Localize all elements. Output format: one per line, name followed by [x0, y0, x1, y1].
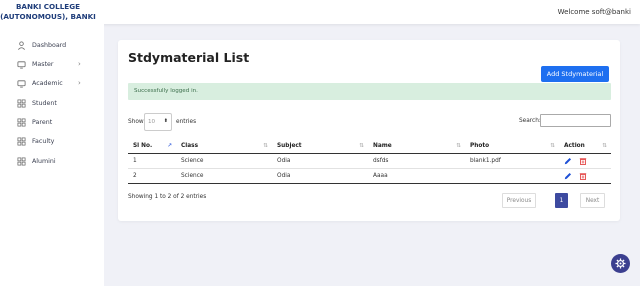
cell-photo: blank1.pdf — [465, 153, 559, 169]
column-header-name[interactable]: Name ⇅ — [368, 140, 465, 154]
sidebar-item-academic[interactable]: Academic › — [0, 76, 104, 92]
sidebar: Dashboard Master › Academic › Student Pa… — [0, 24, 104, 286]
welcome-user[interactable]: Welcome soft@banki — [558, 8, 631, 16]
sidebar-item-faculty[interactable]: Faculty — [0, 134, 104, 150]
monitor-icon — [17, 80, 26, 88]
pagination-previous[interactable]: Previous — [502, 193, 536, 208]
stdymaterial-card: Stdymaterial List Add Stdymaterial Succe… — [118, 40, 620, 221]
cell-slno: 2 — [128, 168, 176, 184]
entries-label: entries — [176, 119, 197, 125]
sidebar-item-parent[interactable]: Parent — [0, 115, 104, 131]
gear-icon — [615, 258, 626, 269]
sidebar-item-student[interactable]: Student — [0, 96, 104, 112]
success-alert: Successfully logged in. — [128, 83, 611, 100]
sidebar-item-label: Dashboard — [32, 42, 67, 49]
edit-icon[interactable] — [564, 172, 572, 180]
table-row: 1 Science Odia dsfds blank1.pdf — [128, 153, 611, 169]
sort-icon: ⇅ — [456, 143, 461, 149]
college-brand[interactable]: BANKI COLLEGE (AUTONOMOUS), BANKI — [0, 2, 96, 21]
show-label: Show — [128, 119, 144, 125]
table-row: 2 Science Odia Aaaa — [128, 168, 611, 184]
column-header-class[interactable]: Class ⇅ — [176, 140, 272, 154]
grid-icon — [17, 118, 26, 127]
grid-icon — [17, 99, 26, 108]
page-title: Stdymaterial List — [128, 50, 250, 65]
chevron-right-icon: › — [78, 79, 81, 87]
entries-length-select[interactable]: 10 ⬍ — [144, 113, 172, 131]
cell-action — [559, 168, 611, 184]
top-bar: BANKI COLLEGE (AUTONOMOUS), BANKI Welcom… — [0, 0, 640, 24]
cell-name: dsfds — [368, 153, 465, 169]
cell-class: Science — [176, 153, 272, 169]
sort-asc-icon: ↗ — [167, 143, 172, 149]
pagination-page-1[interactable]: 1 — [555, 193, 568, 208]
cell-subject: Odia — [272, 168, 368, 184]
cell-photo — [465, 168, 559, 184]
sidebar-item-label: Academic — [32, 80, 63, 87]
cell-class: Science — [176, 168, 272, 184]
monitor-icon — [17, 61, 26, 69]
sidebar-item-label: Master — [32, 61, 54, 68]
cell-subject: Odia — [272, 153, 368, 169]
sort-icon: ⇅ — [263, 143, 268, 149]
settings-fab[interactable] — [611, 254, 630, 273]
sidebar-item-dashboard[interactable]: Dashboard — [0, 38, 104, 54]
sidebar-item-alumini[interactable]: Alumini — [0, 154, 104, 170]
sort-icon: ⇅ — [602, 143, 607, 149]
search-input[interactable] — [540, 114, 611, 127]
column-header-subject[interactable]: Subject ⇅ — [272, 140, 368, 154]
sidebar-item-label: Faculty — [32, 138, 55, 145]
updown-icon: ⬍ — [163, 118, 168, 124]
grid-icon — [17, 157, 26, 166]
stdymaterial-table: Sl No. ↗ Class ⇅ Subject ⇅ Name ⇅ Photo ⇅ Act… — [128, 140, 611, 184]
chevron-right-icon: › — [78, 60, 81, 68]
edit-icon[interactable] — [564, 157, 572, 165]
sort-icon: ⇅ — [550, 143, 555, 149]
column-header-action[interactable]: Action ⇅ — [559, 140, 611, 154]
table-info: Showing 1 to 2 of 2 entries — [128, 194, 207, 200]
cell-action — [559, 153, 611, 169]
sidebar-item-label: Parent — [32, 119, 53, 126]
sidebar-item-master[interactable]: Master › — [0, 57, 104, 73]
pagination-next[interactable]: Next — [580, 193, 605, 208]
delete-icon[interactable] — [579, 157, 587, 165]
cell-slno: 1 — [128, 153, 176, 169]
add-stdymaterial-button[interactable]: Add Stdymaterial — [541, 66, 609, 82]
column-header-photo[interactable]: Photo ⇅ — [465, 140, 559, 154]
sidebar-item-label: Student — [32, 100, 57, 107]
search-label: Search: — [519, 118, 541, 124]
column-header-slno[interactable]: Sl No. ↗ — [128, 140, 176, 154]
brand-line-1: BANKI COLLEGE — [15, 2, 81, 11]
person-icon — [18, 41, 25, 50]
sort-icon: ⇅ — [359, 143, 364, 149]
brand-line-2: (AUTONOMOUS), BANKI — [0, 11, 96, 21]
cell-name: Aaaa — [368, 168, 465, 184]
grid-icon — [17, 137, 26, 146]
length-value: 10 — [148, 119, 156, 125]
sidebar-item-label: Alumini — [32, 158, 56, 165]
delete-icon[interactable] — [579, 172, 587, 180]
